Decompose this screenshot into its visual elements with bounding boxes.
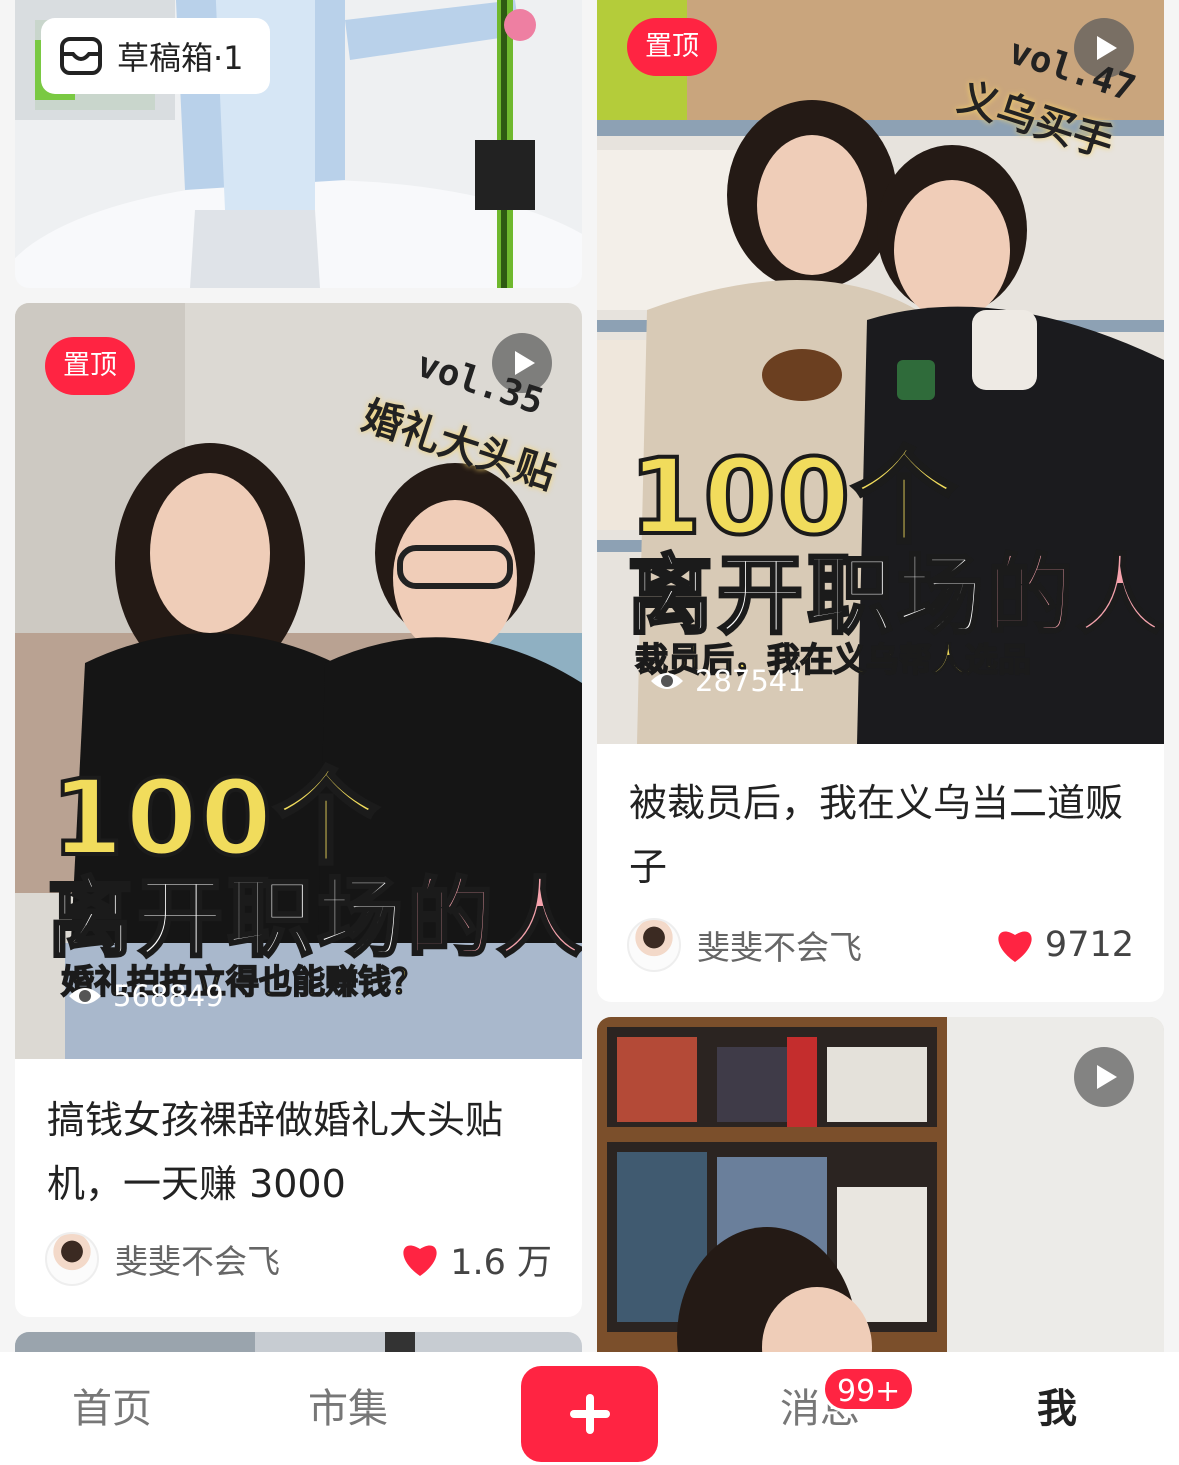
note-meta: 斐斐不会飞 1.6 万: [45, 1231, 552, 1287]
note-card-wedding[interactable]: 置顶 vol.35 婚礼大头贴 100个 离开职场的人 婚礼拍拍立得也能赚钱？ …: [15, 303, 582, 1317]
pinned-badge: 置顶: [45, 337, 135, 395]
note-title[interactable]: 搞钱女孩裸辞做婚礼大头贴机，一天赚 3000: [47, 1088, 554, 1216]
cover-headline: 离开职场的人: [626, 525, 1165, 650]
notes-feed: 草稿箱·1 置顶 vol.35 婚礼大头贴 100个 离开职场的人 婚礼拍拍立得…: [0, 0, 1179, 1352]
view-count: 287541: [649, 664, 806, 698]
wedding-cover: 置顶 vol.35 婚礼大头贴 100个 离开职场的人 婚礼拍拍立得也能赚钱？ …: [15, 303, 582, 1059]
drafts-box-button[interactable]: 草稿箱·1: [41, 18, 270, 94]
eye-icon: [69, 988, 101, 1004]
messages-badge: 99+: [822, 1366, 916, 1412]
author-name[interactable]: 斐斐不会飞: [115, 1235, 400, 1283]
cover-headline-main: 离开职场: [46, 868, 407, 971]
drafts-box-label: 草稿箱·1: [117, 39, 244, 77]
cover-headline-accent: 的人: [406, 868, 583, 971]
note-card-yiwu[interactable]: 置顶 vol.47 义乌买手 100个 离开职场的人 裁员后，我在义乌帮人选品 …: [597, 0, 1164, 1002]
tab-home[interactable]: 首页: [72, 1376, 152, 1434]
view-count-value: 287541: [695, 664, 806, 698]
publish-plus-button[interactable]: [521, 1366, 658, 1462]
note-card-ski[interactable]: 草稿箱·1: [15, 0, 582, 288]
view-count: 568849: [67, 979, 224, 1013]
pinned-badge: 置顶: [627, 18, 717, 76]
drafts-box-icon: [60, 37, 102, 75]
yiwu-cover: 置顶 vol.47 义乌买手 100个 离开职场的人 裁员后，我在义乌帮人选品 …: [597, 0, 1164, 744]
video-play-icon: [1074, 1047, 1134, 1107]
cover-headline-main: 离开职场: [626, 545, 987, 648]
author-avatar[interactable]: [45, 1232, 99, 1286]
eye-icon: [651, 673, 683, 689]
heart-icon: [403, 1245, 437, 1276]
note-meta: 斐斐不会飞 9712: [627, 917, 1134, 973]
like-count: 1.6 万: [450, 1242, 552, 1283]
heart-icon: [998, 931, 1032, 962]
tab-me[interactable]: 我: [1037, 1376, 1077, 1434]
author-name[interactable]: 斐斐不会飞: [697, 921, 995, 969]
bottom-tab-bar: 首页 市集 消息 99+ 我: [0, 1352, 1179, 1465]
note-card-bookshelf[interactable]: [597, 1017, 1164, 1352]
note-title[interactable]: 被裁员后，我在义乌当二道贩子: [629, 771, 1136, 899]
author-avatar[interactable]: [627, 918, 681, 972]
note-card-partial-left[interactable]: [15, 1332, 582, 1352]
like-button[interactable]: 1.6 万: [400, 1234, 552, 1285]
like-count: 9712: [1044, 925, 1134, 965]
like-button[interactable]: 9712: [995, 925, 1134, 965]
partial-cover-image: [15, 1332, 582, 1352]
cover-headline-accent: 的人: [986, 545, 1165, 648]
tab-market[interactable]: 市集: [308, 1376, 388, 1434]
view-count-value: 568849: [113, 979, 224, 1013]
